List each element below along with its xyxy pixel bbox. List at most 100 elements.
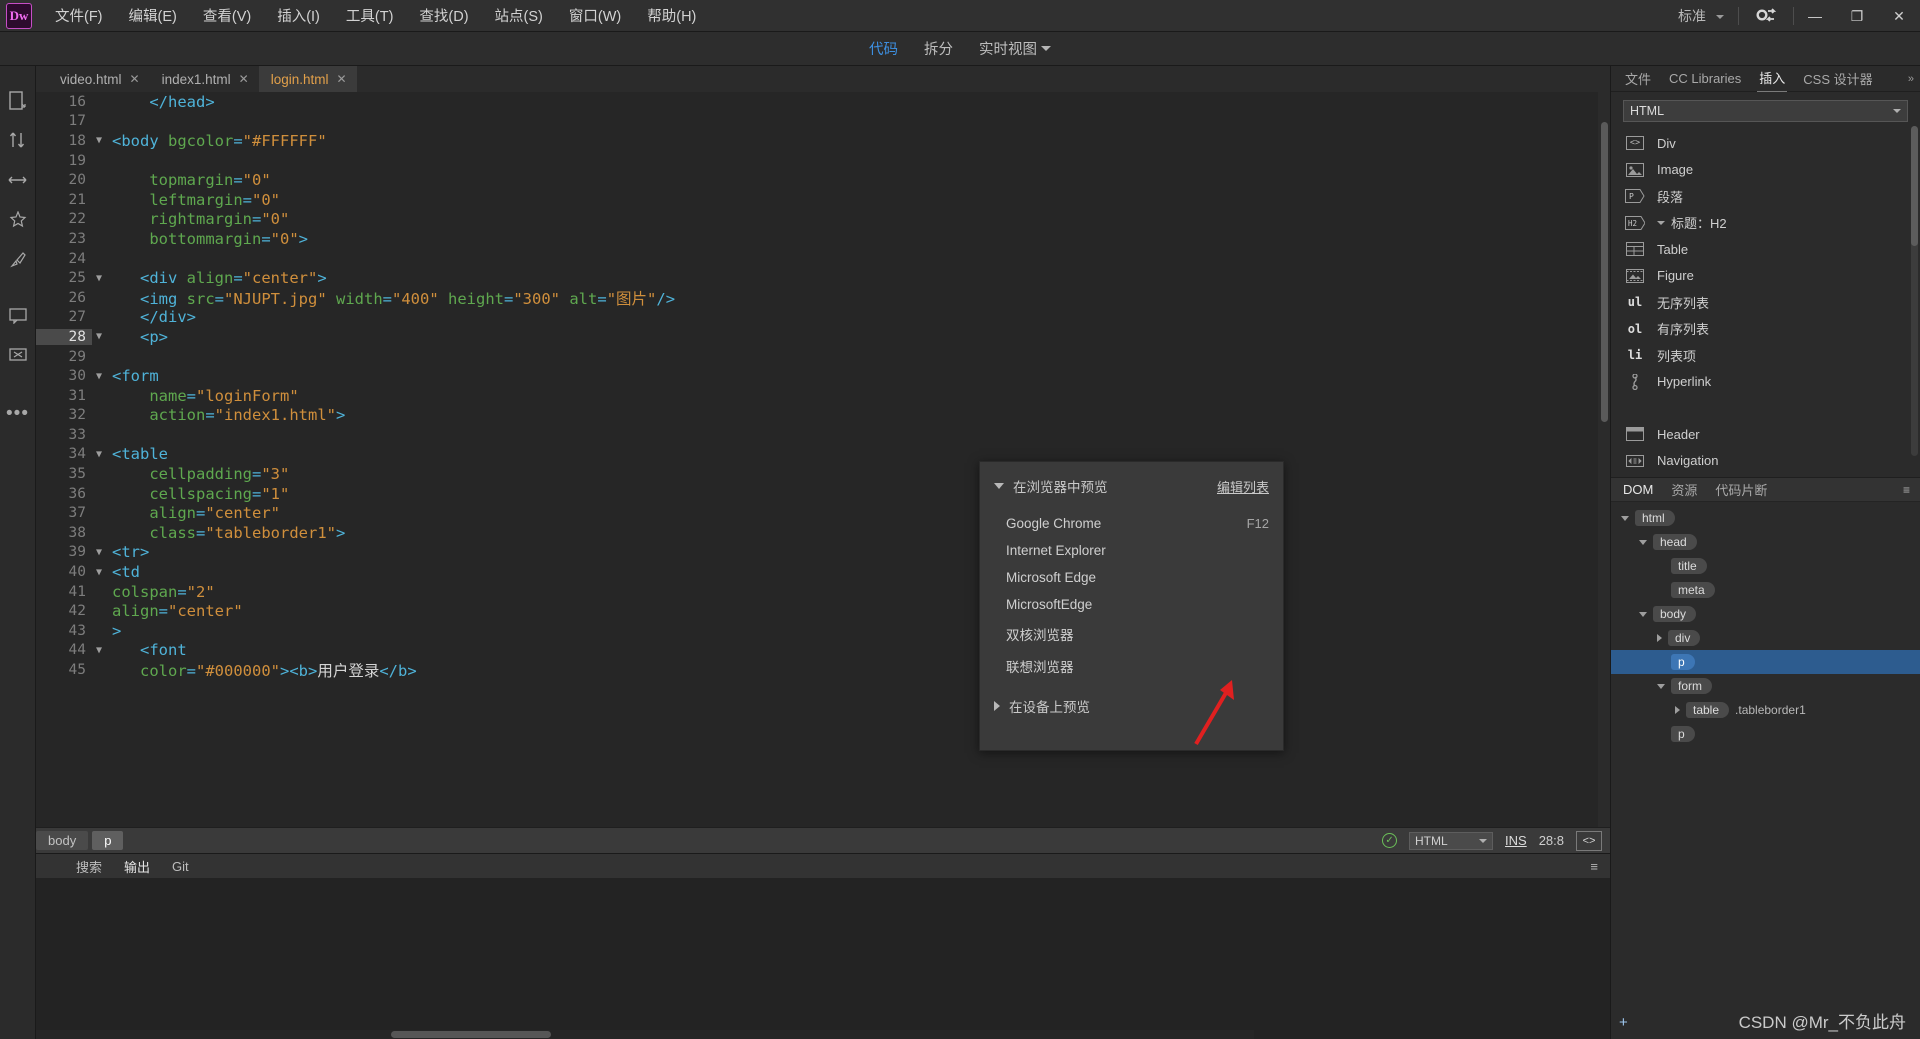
browser-item-ie[interactable]: Internet Explorer — [980, 537, 1283, 564]
fold-toggle-icon[interactable]: ▼ — [92, 273, 106, 284]
fold-toggle-icon[interactable]: ▼ — [92, 331, 106, 342]
panel-overflow-icon[interactable]: » — [1908, 73, 1914, 85]
bottom-tab-search[interactable]: 搜索 — [76, 857, 102, 876]
browser-item-dualcore[interactable]: 双核浏览器 — [980, 618, 1283, 650]
close-icon[interactable]: ✕ — [336, 72, 346, 86]
code-line[interactable]: 23 bottommargin="0"> — [36, 229, 1598, 249]
chevron-down-icon[interactable] — [1639, 539, 1647, 545]
scrollbar-thumb[interactable] — [1601, 122, 1608, 422]
menu-item-edit[interactable]: 编辑(E) — [116, 0, 190, 31]
panel-menu-icon[interactable]: ≡ — [1903, 483, 1910, 497]
dom-node-p[interactable]: p — [1611, 722, 1920, 746]
breadcrumb-p[interactable]: p — [92, 831, 124, 850]
code-line[interactable]: 21 leftmargin="0" — [36, 190, 1598, 210]
code-line[interactable]: 18 ▼ <body bgcolor="#FFFFFF" — [36, 131, 1598, 151]
menu-item-tools[interactable]: 工具(T) — [333, 0, 407, 31]
code-line[interactable]: 17 — [36, 112, 1598, 132]
fold-toggle-icon[interactable]: ▼ — [92, 371, 106, 382]
panel-menu-icon[interactable]: ≡ — [1590, 859, 1598, 874]
popup-header-left[interactable]: 在浏览器中预览 — [994, 476, 1108, 496]
chevron-right-icon[interactable] — [994, 701, 1000, 711]
restore-button[interactable]: ❐ — [1836, 0, 1878, 32]
fold-toggle-icon[interactable]: ▼ — [92, 449, 106, 460]
fold-toggle-icon[interactable]: ▼ — [92, 135, 106, 146]
menu-item-insert[interactable]: 插入(I) — [264, 0, 333, 31]
fold-toggle-icon[interactable]: ▼ — [92, 547, 106, 558]
more-options-icon[interactable]: ••• — [6, 402, 30, 426]
tab-snippets[interactable]: 代码片断 — [1715, 480, 1767, 499]
code-line[interactable]: 34 ▼ <table — [36, 445, 1598, 465]
menu-item-window[interactable]: 窗口(W) — [556, 0, 634, 31]
code-view-toggle-button[interactable]: <> — [1576, 830, 1602, 851]
code-line[interactable]: 19 — [36, 151, 1598, 171]
scrollbar-thumb[interactable] — [1911, 126, 1918, 246]
edit-list-link[interactable]: 编辑列表 — [1217, 477, 1269, 496]
code-line[interactable]: 42 align="center" — [36, 601, 1598, 621]
tab-cc-libraries[interactable]: CC Libraries — [1667, 67, 1743, 90]
insert-item--h2[interactable]: H2 标题：H2 — [1611, 210, 1920, 237]
insert-item-image[interactable]: Image — [1611, 157, 1920, 184]
menu-item-view[interactable]: 查看(V) — [190, 0, 264, 31]
dom-node-head[interactable]: head — [1611, 530, 1920, 554]
browser-item-chrome[interactable]: Google Chrome F12 — [980, 510, 1283, 537]
dom-tree[interactable]: + html head title meta body div p form table .tab… — [1611, 502, 1920, 1039]
scrollbar-thumb[interactable] — [391, 1031, 551, 1038]
view-tab-live[interactable]: 实时视图 — [979, 38, 1051, 59]
bottom-tab-git[interactable]: Git — [172, 859, 189, 874]
star-snippet-icon[interactable] — [6, 208, 30, 232]
dom-node-div[interactable]: div — [1611, 626, 1920, 650]
bottom-tab-output[interactable]: 输出 — [124, 857, 150, 876]
insert-category-select[interactable]: HTML — [1623, 100, 1908, 122]
code-line[interactable]: 39 ▼ <tr> — [36, 543, 1598, 563]
code-line[interactable]: 35 cellpadding="3" — [36, 464, 1598, 484]
insert-item--[interactable]: li 列表项 — [1611, 342, 1920, 369]
tab-assets[interactable]: 资源 — [1671, 480, 1697, 499]
code-line[interactable]: 22 rightmargin="0" — [36, 210, 1598, 230]
chevron-down-icon[interactable] — [1657, 683, 1665, 689]
code-line[interactable]: 32 action="index1.html"> — [36, 406, 1598, 426]
workspace-switcher[interactable]: 标准 — [1678, 6, 1738, 26]
close-button[interactable]: ✕ — [1878, 0, 1920, 32]
minimize-button[interactable]: — — [1794, 0, 1836, 32]
chevron-right-icon[interactable] — [1675, 706, 1680, 714]
insert-item-navigation[interactable]: Navigation — [1611, 448, 1920, 475]
sort-updown-icon[interactable] — [6, 128, 30, 152]
menu-item-find[interactable]: 查找(D) — [406, 0, 481, 31]
insert-panel-scrollbar[interactable] — [1911, 126, 1918, 456]
settings-sync-button[interactable] — [1739, 7, 1793, 25]
tab-dom[interactable]: DOM — [1623, 482, 1653, 497]
comment-remove-icon[interactable] — [6, 344, 30, 368]
chevron-down-icon[interactable] — [1639, 611, 1647, 617]
insert-items-list[interactable]: <> Div Image P 段落 H2 标题：H2 Table Figure ul 无序列表 ol 有… — [1611, 130, 1920, 477]
file-tab-login[interactable]: login.html ✕ — [258, 66, 357, 92]
brush-icon[interactable] — [6, 248, 30, 272]
menu-item-help[interactable]: 帮助(H) — [634, 0, 709, 31]
tab-css-designer[interactable]: CSS 设计器 — [1801, 65, 1874, 92]
code-line[interactable]: 20 topmargin="0" — [36, 170, 1598, 190]
view-tab-code[interactable]: 代码 — [869, 38, 898, 59]
code-line[interactable]: 33 — [36, 425, 1598, 445]
browser-item-edge[interactable]: Microsoft Edge — [980, 564, 1283, 591]
close-icon[interactable]: ✕ — [130, 72, 140, 86]
code-line[interactable]: 45 color="#000000"><b>用户登录</b> — [36, 660, 1598, 680]
fold-toggle-icon[interactable]: ▼ — [92, 567, 106, 578]
file-tab-index1[interactable]: index1.html ✕ — [149, 66, 259, 92]
code-line[interactable]: 29 — [36, 347, 1598, 367]
chevron-down-icon[interactable] — [1657, 220, 1665, 225]
horizontal-resize-icon[interactable] — [6, 168, 30, 192]
insert-item--[interactable]: ul 无序列表 — [1611, 289, 1920, 316]
dom-node-meta[interactable]: meta — [1611, 578, 1920, 602]
insert-item--[interactable]: ol 有序列表 — [1611, 316, 1920, 343]
code-line[interactable]: 28 ▼ <p> — [36, 327, 1598, 347]
fold-toggle-icon[interactable]: ▼ — [92, 645, 106, 656]
insert-item-table[interactable]: Table — [1611, 236, 1920, 263]
insert-item-hyperlink[interactable]: Hyperlink — [1611, 369, 1920, 396]
code-line[interactable]: 26 <img src="NJUPT.jpg" width="400" heig… — [36, 288, 1598, 308]
insert-item-figure[interactable]: Figure — [1611, 263, 1920, 290]
horizontal-scrollbar[interactable] — [36, 1030, 1254, 1039]
code-line[interactable]: 16 </head> — [36, 92, 1598, 112]
dom-node-body[interactable]: body — [1611, 602, 1920, 626]
insert-item-div[interactable]: <> Div — [1611, 130, 1920, 157]
code-line[interactable]: 30 ▼ <form — [36, 366, 1598, 386]
code-line[interactable]: 31 name="loginForm" — [36, 386, 1598, 406]
